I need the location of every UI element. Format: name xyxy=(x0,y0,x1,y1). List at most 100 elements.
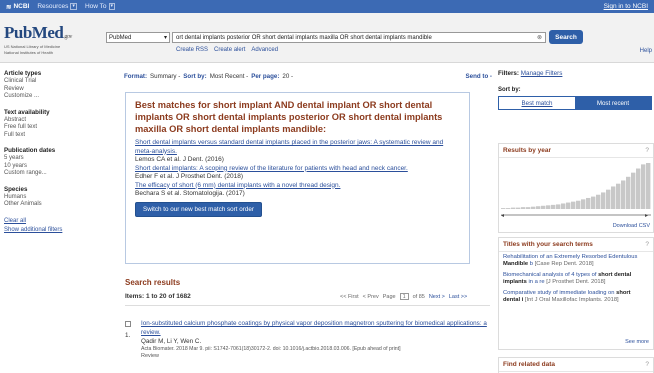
ncbi-home-link[interactable]: ≋ NCBI xyxy=(6,3,29,11)
search-input[interactable]: ort dental implants posterior OR short d… xyxy=(172,32,546,43)
slider-left-handle-icon[interactable]: ◂ xyxy=(501,213,504,219)
year-bar[interactable] xyxy=(611,186,616,209)
help-icon[interactable]: ? xyxy=(645,147,649,154)
year-bar[interactable] xyxy=(546,205,551,209)
show-additional-filters-link[interactable]: Show additional filters xyxy=(4,226,114,235)
logo-subtitle-1: US National Library of Medicine xyxy=(4,44,61,49)
year-bar[interactable] xyxy=(566,202,571,209)
best-matches-title: Best matches for short implant AND denta… xyxy=(135,100,443,134)
next-page-link[interactable]: Next > xyxy=(429,294,445,300)
filter-abstract[interactable]: Abstract xyxy=(4,117,114,125)
first-page-link[interactable]: << First xyxy=(340,294,359,300)
help-icon[interactable]: ? xyxy=(645,241,649,248)
last-page-link[interactable]: Last >> xyxy=(449,294,467,300)
year-bar[interactable] xyxy=(521,207,526,209)
resources-menu[interactable]: Resources ▾ xyxy=(37,3,77,10)
filter-group-text-availability: Text availability Abstract Free full tex… xyxy=(4,109,114,140)
year-bar[interactable] xyxy=(631,172,636,209)
items-count: Items: 1 to 20 of 1682 xyxy=(125,293,191,300)
per-page-dropdown[interactable]: 20 - xyxy=(282,73,293,80)
filter-5-years[interactable]: 5 years xyxy=(4,155,114,163)
help-icon[interactable]: ? xyxy=(645,361,649,368)
filter-custom-range[interactable]: Custom range... xyxy=(4,170,114,178)
howto-menu[interactable]: How To ▾ xyxy=(85,3,116,10)
results-by-year-chart[interactable]: ◂ ▸ xyxy=(499,159,653,221)
title-entry[interactable]: Comparative study of immediate loading o… xyxy=(499,288,653,306)
filter-review[interactable]: Review xyxy=(4,86,114,94)
year-bar[interactable] xyxy=(621,180,626,209)
filter-full-text[interactable]: Full text xyxy=(4,132,114,140)
year-bar[interactable] xyxy=(501,208,506,209)
slider-right-handle-icon[interactable]: ▸ xyxy=(645,213,648,219)
year-bar[interactable] xyxy=(526,207,531,209)
help-link[interactable]: Help xyxy=(640,48,652,54)
create-alert-link[interactable]: Create alert xyxy=(214,47,245,53)
filter-other-animals[interactable]: Other Animals xyxy=(4,201,114,209)
filter-free-full-text[interactable]: Free full text xyxy=(4,124,114,132)
year-bar[interactable] xyxy=(541,205,546,209)
sort-dropdown[interactable]: Most Recent - xyxy=(210,73,249,80)
format-dropdown[interactable]: Summary - xyxy=(150,73,180,80)
send-to-dropdown[interactable]: Send to - xyxy=(466,73,492,80)
best-match-citation: Edher F et al. J Prosthet Dent. (2018) xyxy=(135,173,244,180)
filter-customize[interactable]: Customize ... xyxy=(4,93,114,101)
filter-heading: Text availability xyxy=(4,108,50,116)
ncbi-top-bar: ≋ NCBI Resources ▾ How To ▾ Sign in to N… xyxy=(0,0,654,13)
year-bar[interactable] xyxy=(606,189,611,209)
manage-filters-link[interactable]: Manage Filters xyxy=(521,70,563,77)
download-csv-link[interactable]: Download CSV xyxy=(613,223,650,229)
year-bar[interactable] xyxy=(641,164,646,209)
year-bar[interactable] xyxy=(596,194,601,209)
filter-humans[interactable]: Humans xyxy=(4,194,114,202)
find-related-data-panel: Find related data ? xyxy=(498,357,654,373)
year-bar[interactable] xyxy=(536,206,541,209)
related-data-title: Find related data xyxy=(503,361,556,368)
year-bar[interactable] xyxy=(506,208,511,209)
best-match-link[interactable]: The efficacy of short (6 mm) dental impl… xyxy=(135,182,461,191)
year-bar[interactable] xyxy=(511,207,516,209)
sign-in-link[interactable]: Sign in to NCBI xyxy=(604,3,648,10)
switch-sort-order-button[interactable]: Switch to our new best match sort order xyxy=(135,201,262,217)
page-number-input[interactable]: 1 xyxy=(399,293,409,300)
pubmed-logo[interactable]: PubMed.gov US National Library of Medici… xyxy=(4,23,104,55)
result-title-link[interactable]: Ion-substituted calcium phosphate coatin… xyxy=(141,320,491,337)
year-bar[interactable] xyxy=(551,204,556,209)
prev-page-link[interactable]: < Prev xyxy=(363,294,379,300)
database-select[interactable]: PubMed ▾ xyxy=(106,32,170,43)
advanced-search-link[interactable]: Advanced xyxy=(251,47,278,53)
result-checkbox[interactable] xyxy=(125,321,131,327)
year-bar[interactable] xyxy=(616,183,621,209)
year-bar[interactable] xyxy=(561,203,566,209)
result-type: Review xyxy=(141,353,160,359)
year-bar[interactable] xyxy=(516,207,521,209)
result-number: 1. xyxy=(125,332,131,339)
create-rss-link[interactable]: Create RSS xyxy=(176,47,208,53)
filter-heading: Species xyxy=(4,185,28,193)
year-bar[interactable] xyxy=(581,199,586,209)
search-button[interactable]: Search xyxy=(549,30,583,44)
filter-10-years[interactable]: 10 years xyxy=(4,163,114,171)
best-match-link[interactable]: Short dental implants: A scoping review … xyxy=(135,165,461,174)
year-bar[interactable] xyxy=(576,200,581,209)
best-match-link[interactable]: Short dental implants versus standard de… xyxy=(135,139,461,156)
year-bar[interactable] xyxy=(591,196,596,209)
year-bar[interactable] xyxy=(636,168,641,209)
see-more-link[interactable]: See more xyxy=(625,339,649,345)
result-journal: Acta Biomater. 2018 Mar 9. pii: S1742-70… xyxy=(141,346,401,352)
clear-search-icon[interactable]: ⊗ xyxy=(537,34,542,41)
filter-clinical-trial[interactable]: Clinical Trial xyxy=(4,78,114,86)
logo-wordmark: PubMed.gov xyxy=(4,23,72,42)
title-entry[interactable]: Biomechanical analysis of 4 types of sho… xyxy=(499,270,653,288)
year-bar[interactable] xyxy=(601,192,606,209)
year-bar[interactable] xyxy=(556,204,561,209)
clear-all-link[interactable]: Clear all xyxy=(4,217,114,226)
year-bar[interactable] xyxy=(626,176,631,209)
year-bar[interactable] xyxy=(586,197,591,209)
sort-most-recent-button[interactable]: Most recent xyxy=(575,97,651,109)
year-bar[interactable] xyxy=(571,201,576,209)
sort-best-match-button[interactable]: Best match xyxy=(499,97,575,109)
year-bar[interactable] xyxy=(531,206,536,209)
title-entry[interactable]: Rehabilitation of an Extremely Resorbed … xyxy=(499,252,653,270)
year-bar[interactable] xyxy=(646,163,651,209)
search-sublinks: Create RSS Create alert Advanced xyxy=(176,47,278,53)
